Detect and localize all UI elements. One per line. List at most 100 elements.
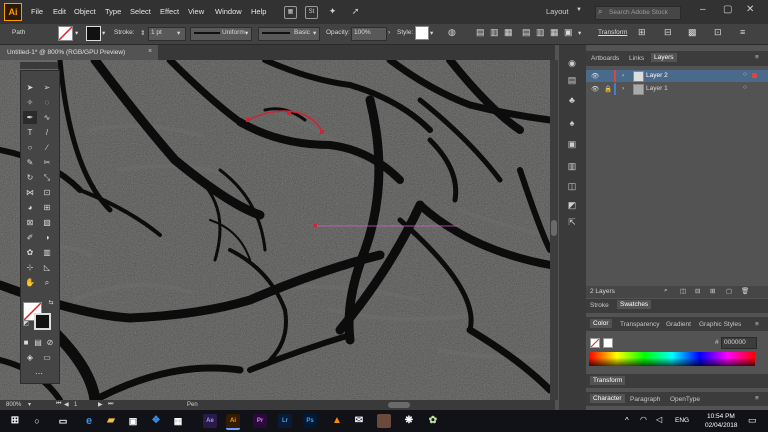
new-sublayer-icon[interactable]: ⊟ [695,287,700,295]
chevron-down-icon[interactable]: ▾ [430,29,433,37]
free-transform-tool-icon[interactable]: ⊡ [40,186,54,199]
edit-toolbar-icon[interactable]: ⋯ [32,367,46,380]
distribute-h-icon[interactable]: ▦ [550,27,559,38]
rotate-tool-icon[interactable]: ↻ [23,171,37,184]
arrange-documents-icon[interactable]: ▦ [284,6,297,19]
transform-link[interactable]: Transform [598,29,627,36]
store-icon[interactable]: ▣ [126,414,140,428]
task-view-icon[interactable]: ▭ [56,414,70,428]
tab-stroke[interactable]: Stroke [590,302,609,309]
panel-menu-icon[interactable]: ≡ [755,395,759,402]
magic-wand-tool-icon[interactable]: ✧ [23,96,37,109]
app-icon[interactable]: ✿ [426,414,440,428]
draw-mode-icon[interactable]: ◈ [23,351,37,364]
pathfinder-icon[interactable]: ◫ [566,180,578,192]
menu-effect[interactable]: Effect [160,7,179,16]
arrange-icon[interactable]: ⊡ [714,27,722,38]
file-explorer-icon[interactable]: ▰ [104,414,118,428]
tab-transparency[interactable]: Transparency [620,321,660,328]
width-tool-icon[interactable]: ⋈ [23,186,37,199]
tab-layers[interactable]: Layers [651,53,677,62]
appearance-icon[interactable]: ▣ [566,138,578,150]
next-artboard-icon[interactable]: ▶ [98,401,103,408]
premiere-icon[interactable]: Pr [253,414,267,428]
photoshop-icon[interactable]: Ps [303,414,317,428]
color-guide-icon[interactable]: ◉ [566,57,578,69]
graph-tool-icon[interactable]: ▥ [40,246,54,259]
scale-tool-icon[interactable]: ⤡ [40,171,54,184]
menu-type[interactable]: Type [105,7,121,16]
clock-date[interactable]: 02/04/2018 [705,422,738,429]
tab-color[interactable]: Color [590,319,612,328]
first-artboard-icon[interactable]: ⏮ [56,401,61,408]
stock-icon[interactable]: St [305,6,318,19]
tab-transform[interactable]: Transform [590,376,626,385]
mesh-tool-icon[interactable]: ⊠ [23,216,37,229]
target-icon[interactable]: ○ [743,71,747,78]
pen-tool-icon[interactable]: ✒ [23,111,37,124]
mail-icon[interactable]: ✉ [352,414,366,428]
tools-panel-header[interactable] [20,62,58,69]
brush-definition[interactable] [258,27,320,41]
maximize-icon[interactable]: ▢ [723,4,732,15]
lasso-tool-icon[interactable]: ◌ [40,96,54,109]
show-hidden-icons-icon[interactable]: ^ [625,416,629,425]
graphic-style-swatch[interactable] [415,26,429,40]
color-fill-swatch[interactable] [590,338,600,348]
layer-name[interactable]: Layer 2 [646,72,668,79]
artboard-number[interactable]: 1 [74,402,77,408]
target-icon[interactable]: ○ [743,84,747,91]
pencil-tool-icon[interactable]: ✎ [23,156,37,169]
zoom-level[interactable]: 800% [6,402,21,408]
slice-tool-icon[interactable]: ◺ [40,261,54,274]
tab-gradient[interactable]: Gradient [666,321,691,328]
chevron-right-icon[interactable]: › [388,29,390,36]
image-trace-icon[interactable]: ◩ [566,199,578,211]
selection-indicator[interactable] [752,73,757,78]
isolate-icon[interactable]: ⊞ [638,27,646,38]
menu-edit[interactable]: Edit [53,7,66,16]
clock-time[interactable]: 10:54 PM [707,413,735,420]
shape-builder-tool-icon[interactable]: ◕ [23,201,37,214]
tab-graphic-styles[interactable]: Graphic Styles [699,321,741,328]
symbols-icon[interactable]: ♠ [566,117,578,129]
canvas[interactable] [0,60,550,400]
last-artboard-icon[interactable]: ⏭ [108,401,113,408]
language-indicator[interactable]: ENG [675,417,689,424]
libraries-icon[interactable]: ▤ [566,74,578,86]
menu-help[interactable]: Help [251,7,266,16]
none-mode-icon[interactable]: ⊘ [43,336,57,349]
paintbrush-tool-icon[interactable]: ∕ [40,141,54,154]
mask-icon[interactable]: ▩ [688,27,697,38]
windows-start-icon[interactable]: ⊞ [8,414,22,428]
scissors-tool-icon[interactable]: ✂ [40,156,54,169]
app-icon[interactable]: ▦ [171,414,185,428]
align-to-icon[interactable]: ▣ [564,27,573,38]
app-icon[interactable]: ❋ [402,414,416,428]
workspace-switcher[interactable]: Layout [546,7,569,16]
chevron-down-icon[interactable]: ▼ [576,7,582,13]
stroke-label[interactable]: Stroke: [114,29,135,36]
recolor-icon[interactable]: ◍ [448,27,456,38]
notifications-icon[interactable]: ▭ [748,415,757,426]
trash-icon[interactable]: 🗑 [741,287,749,295]
asset-export-icon[interactable]: ⇱ [566,216,578,228]
close-icon[interactable]: × [148,48,152,55]
panel-menu-icon[interactable]: ≡ [755,321,759,328]
volume-icon[interactable]: ◁ [656,415,662,424]
opacity-label[interactable]: Opacity: [326,29,350,36]
layer-name[interactable]: Layer 1 [646,85,668,92]
selection-tool-icon[interactable]: ➤ [23,81,37,94]
chevron-right-icon[interactable]: › [622,85,624,92]
symbol-sprayer-tool-icon[interactable]: ✿ [23,246,37,259]
stroke-color-swatch[interactable] [34,313,51,330]
illustrator-icon[interactable]: Ai [226,414,240,430]
chevron-right-icon[interactable]: › [622,72,624,79]
visibility-eye-icon[interactable]: 👁 [591,85,599,93]
eyedropper-tool-icon[interactable]: ✐ [23,231,37,244]
chevron-down-icon[interactable]: ▾ [578,29,581,37]
align-center-icon[interactable]: ▥ [490,27,499,38]
align-panel-icon[interactable]: ▥ [566,160,578,172]
menu-view[interactable]: View [188,7,204,16]
tab-links[interactable]: Links [629,55,644,62]
